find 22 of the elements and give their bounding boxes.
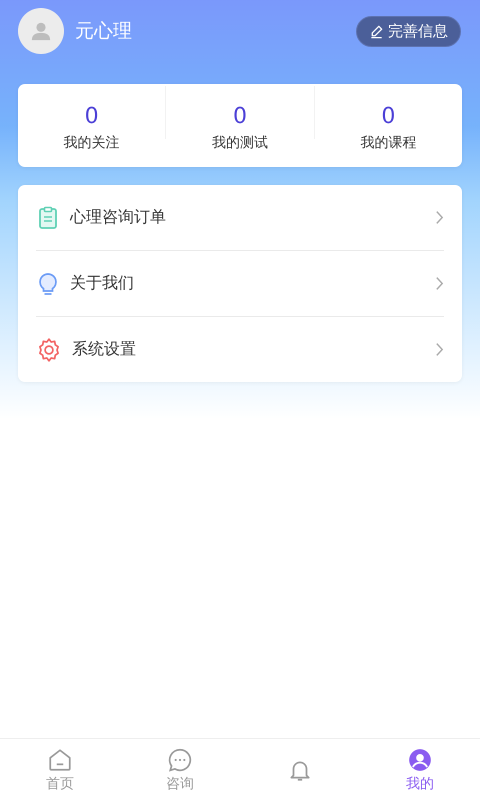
chevron-right-icon (435, 342, 444, 357)
stat-label[interactable]: 我的测试 (212, 134, 268, 152)
stat-value[interactable]: 0 (232, 104, 247, 130)
chevron-right-icon (435, 210, 444, 225)
stat-label[interactable]: 我的关注 (64, 134, 120, 152)
stat-value[interactable]: 0 (84, 104, 99, 130)
chat-icon (167, 746, 193, 772)
home-icon (47, 746, 73, 772)
stat-label[interactable]: 我的课程 (360, 134, 416, 152)
clipboard-icon (36, 206, 60, 230)
settings-icon (36, 336, 62, 362)
menu-item[interactable]: 关于我们 (36, 251, 444, 316)
menu-item[interactable]: 心理咨询订单 (36, 185, 444, 250)
chevron-right-icon (435, 276, 444, 291)
stat-value[interactable]: 0 (381, 104, 396, 130)
profile-icon (407, 746, 433, 772)
edit-profile-button[interactable]: 完善信息 (356, 16, 461, 46)
menu-item[interactable]: 系统设置 (36, 317, 444, 382)
user-name: 元心理 (75, 19, 133, 44)
tab[interactable]: 我的 (360, 739, 480, 800)
lightbulb-icon (36, 272, 60, 296)
pencil-icon (369, 24, 384, 38)
